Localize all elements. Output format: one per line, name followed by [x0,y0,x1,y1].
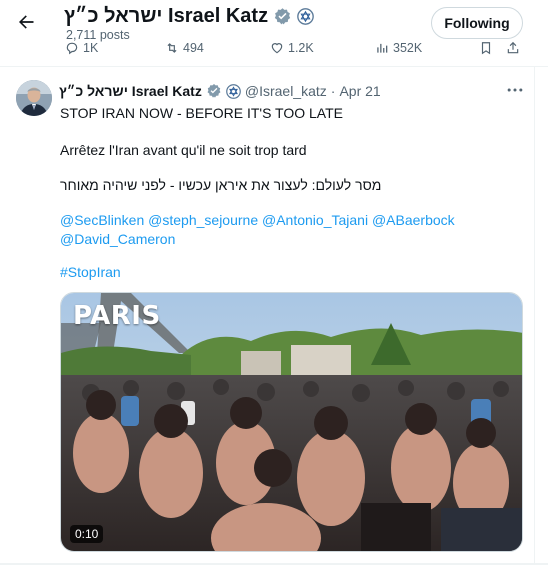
more-options-button[interactable] [505,80,525,100]
author-handle[interactable]: @Israel_katz [245,83,327,99]
israel-flag-emblem-icon [297,7,314,25]
following-button[interactable]: Following [431,7,523,39]
video-watermark-text: PARIS [73,301,161,331]
mention-link[interactable]: @SecBlinken [60,212,144,228]
tweet-mentions: @SecBlinken @steph_sejourne @Antonio_Taj… [60,211,520,249]
views-count: 352K [393,41,423,55]
like-action[interactable]: 1.2K [270,41,314,55]
reply-action[interactable]: 1K [65,41,98,55]
author-name[interactable]: ישראל כ״ץ Israel Katz [59,83,202,99]
tweet-text-line-hebrew: מסר לעולם: לעצור את איראן עכשיו - לפני ש… [60,177,382,193]
profile-title: ישראל כ״ץ Israel Katz [64,3,314,29]
tweet-text-line-french: Arrêtez l'Iran avant qu'il ne soit trop … [60,142,307,158]
tweet-header: ישראל כ״ץ Israel Katz @Israel_katz · Apr… [59,81,381,101]
avatar-portrait [16,80,52,116]
bookmark-action[interactable] [479,41,493,55]
views-action[interactable]: 352K [375,41,422,55]
verified-badge-icon [274,7,291,24]
repost-icon [167,43,177,53]
profile-display-name: ישראל כ״ץ Israel Katz [64,4,269,27]
timeline-border [534,66,535,565]
tweet-date[interactable]: Apr 21 [339,83,380,99]
repost-count: 494 [183,41,204,55]
avatar[interactable] [16,80,52,116]
verified-badge-icon [207,84,221,98]
more-horizontal-icon [507,88,523,92]
hashtag-link[interactable]: #StopIran [60,264,121,280]
israel-flag-emblem-icon [226,83,241,99]
reply-icon [66,42,78,55]
meta-separator: · [330,83,336,99]
video-duration: 0:10 [70,525,104,543]
mention-link[interactable]: @Antonio_Tajani [262,212,368,228]
heart-icon [271,43,283,54]
bookmark-icon [481,42,491,55]
mention-link[interactable]: @ABaerbock [372,212,455,228]
arrow-left-icon [19,15,34,29]
video-frame [61,293,522,551]
previous-tweet-actions: 1K 494 1.2K 352K [60,40,530,60]
share-icon [507,41,519,54]
like-count: 1.2K [288,41,314,55]
views-chart-icon [377,43,388,53]
mention-link[interactable]: @David_Cameron [60,231,175,247]
tweet-divider [0,66,548,67]
share-action[interactable] [506,41,520,55]
tweet-text-line-english: STOP IRAN NOW - BEFORE IT'S TOO LATE [60,105,343,121]
mention-link[interactable]: @steph_sejourne [148,212,258,228]
back-button[interactable] [10,6,42,38]
video-player[interactable]: PARIS 0:10 [60,292,523,552]
reply-count: 1K [83,41,99,55]
repost-action[interactable]: 494 [165,41,204,55]
